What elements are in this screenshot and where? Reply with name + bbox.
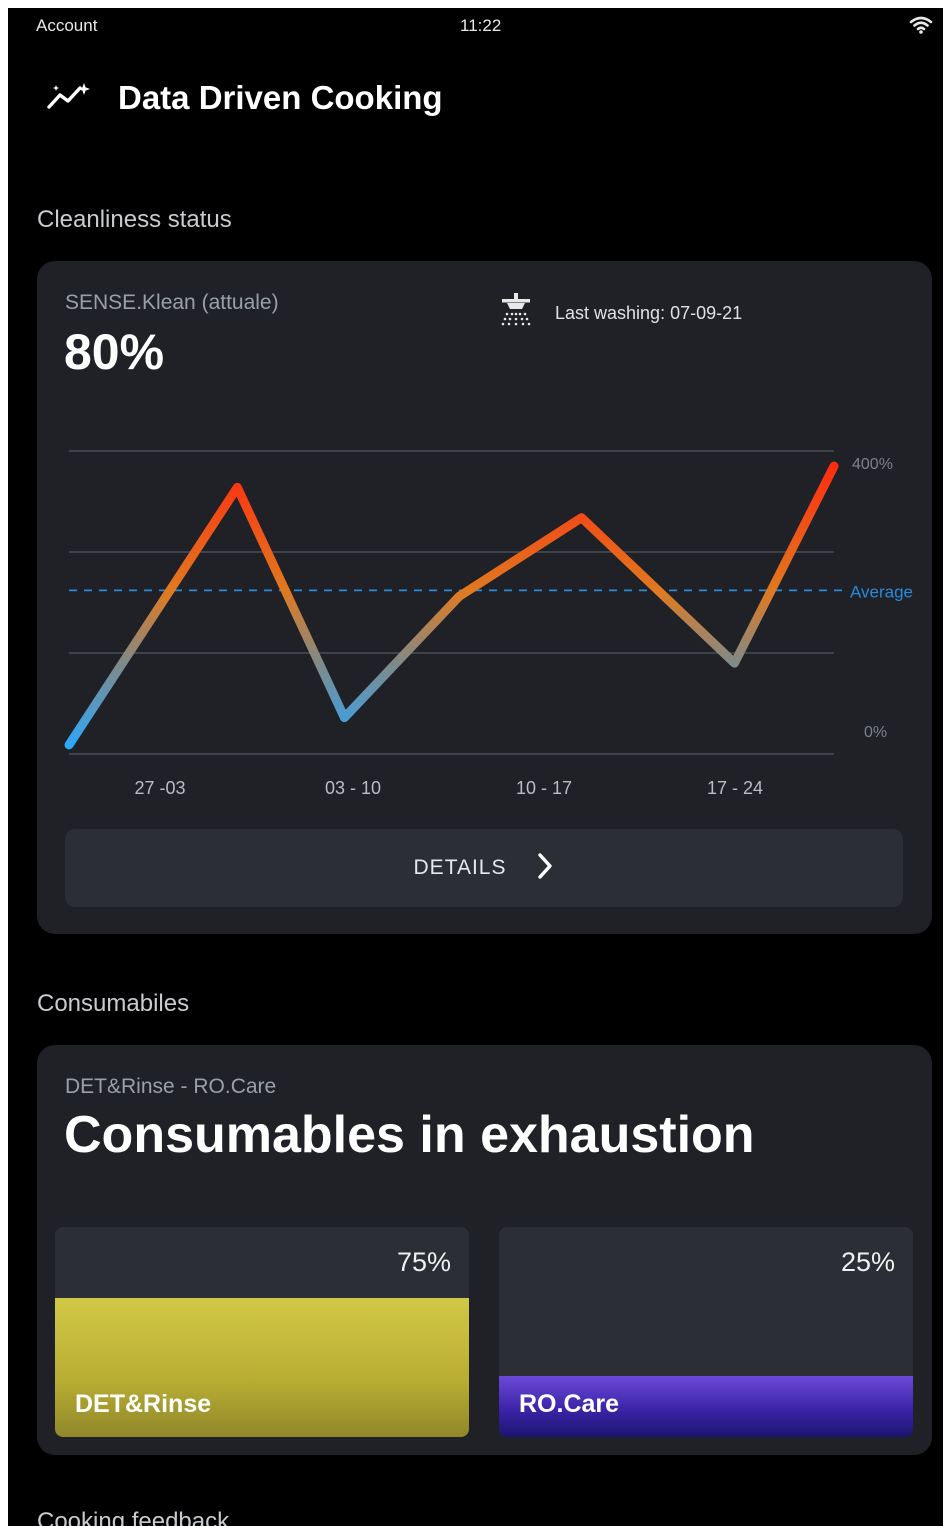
- cleanliness-value: 80%: [64, 324, 165, 380]
- last-washing: Last washing: 07-09-21: [499, 293, 742, 334]
- y-tick-top: 400%: [852, 456, 893, 473]
- details-label: DETAILS: [413, 856, 507, 879]
- chevron-right-icon: [536, 852, 554, 885]
- cleanliness-card: SENSE.Klean (attuale) 80% Last washing: …: [37, 261, 932, 934]
- consumable-name: RO.Care: [519, 1390, 620, 1418]
- cleanliness-chart: Average 400% 0% 27 -03 03 - 10 10 - 17 17 -…: [64, 450, 913, 798]
- consumables-title: Consumables in exhaustion: [64, 1106, 755, 1164]
- consumable-tile-det-rinse[interactable]: 75% DET&Rinse: [55, 1227, 469, 1437]
- status-account: Account: [36, 16, 98, 35]
- status-time: 11:22: [460, 16, 502, 35]
- cooking-feedback-section-title: Cooking feedback: [37, 1508, 230, 1526]
- app-title: Data Driven Cooking: [118, 79, 443, 116]
- sensor-subtitle: SENSE.Klean (attuale): [65, 291, 279, 314]
- status-bar: Account 11:22: [8, 8, 943, 44]
- x-tick-label: 27 -03: [134, 778, 185, 798]
- last-washing-text: Last washing: 07-09-21: [555, 303, 743, 323]
- x-tick-labels: 27 -03 03 - 10 10 - 17 17 - 24: [134, 778, 763, 798]
- x-tick-label: 10 - 17: [516, 778, 572, 798]
- consumables-card: DET&Rinse - RO.Care Consumables in exhau…: [37, 1045, 932, 1455]
- consumables-section-title: Consumabiles: [37, 990, 190, 1017]
- consumable-percent: 25%: [840, 1247, 895, 1277]
- app-screen: Account 11:22 Data Driven Cooking Cleanl…: [8, 8, 943, 1526]
- x-tick-label: 03 - 10: [325, 778, 381, 798]
- consumable-percent: 75%: [396, 1247, 451, 1277]
- x-tick-label: 17 - 24: [707, 778, 763, 798]
- consumables-subtitle: DET&Rinse - RO.Care: [65, 1075, 277, 1098]
- cleanliness-section-title: Cleanliness status: [37, 206, 232, 233]
- wifi-icon: [909, 15, 933, 40]
- y-tick-bottom: 0%: [864, 724, 887, 741]
- consumable-tile-ro-care[interactable]: 25% RO.Care: [499, 1227, 913, 1437]
- shower-icon: [499, 293, 533, 334]
- details-button[interactable]: DETAILS: [65, 829, 903, 907]
- average-label: Average: [850, 582, 913, 601]
- trend-sparkle-icon: [46, 79, 92, 118]
- app-header: Data Driven Cooking: [46, 78, 443, 118]
- consumable-name: DET&Rinse: [75, 1390, 212, 1418]
- series-line: [64, 461, 839, 750]
